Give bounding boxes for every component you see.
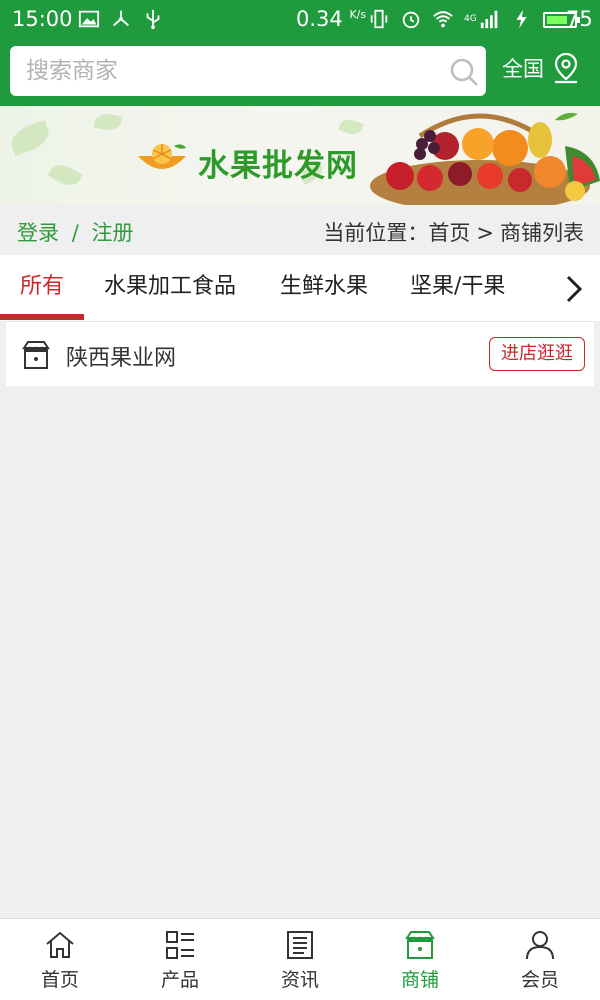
nav-products[interactable]: 产品 (120, 919, 240, 1000)
banner: 水果批发网 (0, 106, 600, 205)
breadcrumb: 当前位置：首页 > 商铺列表 (323, 217, 584, 247)
share-icon (113, 10, 129, 27)
status-time: 15:00 (12, 7, 73, 31)
location-pin-icon (554, 52, 578, 84)
grid-list-icon (166, 931, 194, 959)
chevron-right-icon[interactable] (556, 271, 592, 307)
fruit-bowl-logo (138, 144, 186, 169)
tab-nuts-dried-fruit[interactable]: 坚果/干果 (410, 255, 505, 321)
network-type: 4G (464, 14, 477, 24)
app-header: 全国 (0, 40, 600, 106)
breadcrumb-home[interactable]: 首页 (428, 221, 470, 245)
battery-fill (546, 16, 567, 24)
status-bar: 15:00 0.34 K/s 4G 75 (0, 0, 600, 40)
login-divider: / (71, 221, 79, 245)
bottom-navigation: 首页 产品 资讯 商铺 会员 (0, 918, 600, 1000)
fruit-basket-image (370, 112, 600, 205)
nav-home[interactable]: 首页 (0, 919, 120, 1000)
battery-level: 75 (566, 7, 593, 31)
news-icon (287, 931, 313, 959)
region-label: 全国 (502, 57, 544, 81)
shop-list: 陕西果业网 进店逛逛 (6, 321, 594, 386)
image-icon (78, 10, 100, 28)
breadcrumb-label: 当前位置： (323, 221, 429, 245)
alarm-icon (402, 11, 420, 29)
search-icon[interactable] (448, 56, 480, 88)
banner-title: 水果批发网 (198, 148, 358, 184)
nav-news[interactable]: 资讯 (240, 919, 360, 1000)
nav-label-stores: 商铺 (400, 969, 439, 991)
leaf-decoration (93, 111, 123, 133)
nav-stores[interactable]: 商铺 (360, 919, 480, 1000)
shop-row[interactable]: 陕西果业网 进店逛逛 (6, 321, 594, 386)
shop-name[interactable]: 陕西果业网 (66, 340, 176, 372)
vibrate-icon (370, 9, 388, 29)
active-tab-indicator (0, 314, 84, 320)
search-input[interactable] (26, 46, 426, 96)
region-selector[interactable]: 全国 (502, 52, 580, 84)
store-icon (405, 931, 435, 959)
speed-unit: K/s (349, 8, 367, 21)
nav-member[interactable]: 会员 (480, 919, 600, 1000)
breadcrumb-current: 商铺列表 (500, 221, 584, 245)
tab-processed-fruit-food[interactable]: 水果加工食品 (104, 255, 236, 321)
nav-label-products: 产品 (160, 969, 199, 991)
user-icon (526, 931, 554, 960)
network-speed: 0.34 (296, 7, 343, 31)
leaf-decoration (7, 119, 53, 157)
login-link[interactable]: 登录 (17, 221, 59, 245)
nav-label-member: 会员 (520, 969, 559, 991)
usb-icon (146, 9, 160, 30)
tab-fresh-fruit[interactable]: 生鲜水果 (280, 255, 368, 321)
home-icon (46, 931, 74, 958)
store-icon (22, 341, 50, 369)
leaf-decoration (47, 159, 83, 191)
charging-icon (516, 9, 527, 29)
visit-shop-button[interactable]: 进店逛逛 (489, 337, 585, 371)
location-bar: 登录 / 注册 当前位置：首页 > 商铺列表 (0, 205, 600, 255)
category-tabs: 所有 水果加工食品 生鲜水果 坚果/干果 (0, 255, 600, 321)
nav-label-news: 资讯 (280, 969, 319, 991)
register-link[interactable]: 注册 (91, 221, 133, 245)
search-bar[interactable] (10, 46, 486, 96)
nav-label-home: 首页 (40, 969, 79, 991)
tab-all[interactable]: 所有 (20, 255, 64, 321)
signal-icon (480, 10, 498, 29)
wifi-icon (433, 11, 453, 28)
breadcrumb-separator: > (476, 221, 494, 245)
